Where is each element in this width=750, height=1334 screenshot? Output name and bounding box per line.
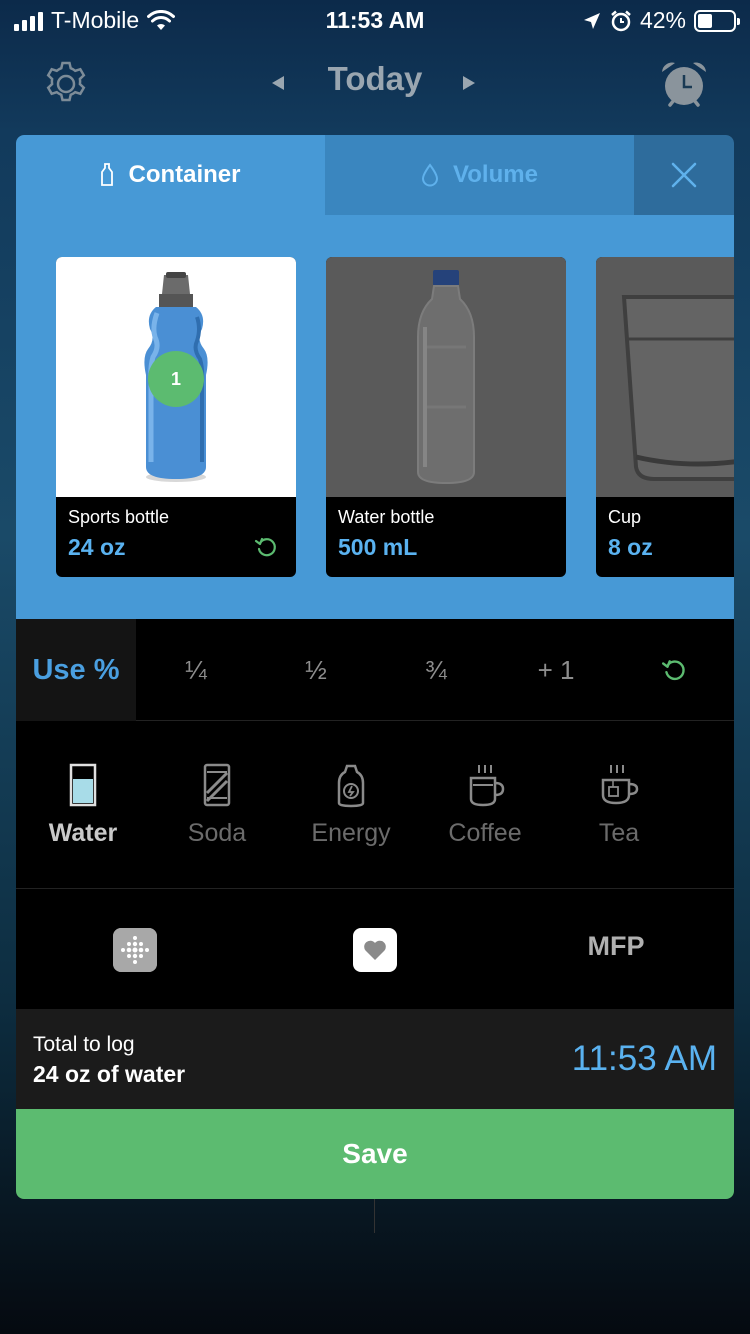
- beverage-label: Tea: [598, 819, 640, 847]
- total-summary: Total to log 24 oz of water 11:53 AM: [16, 1009, 734, 1109]
- log-drink-panel: Container Volume 1 Sports bottle 24 oz W…: [16, 135, 734, 1199]
- beverage-soda[interactable]: Soda: [150, 763, 284, 848]
- fitbit-icon[interactable]: [113, 928, 157, 972]
- heart-icon: [364, 940, 386, 960]
- selection-count-badge: 1: [148, 351, 204, 407]
- bottle-icon: [101, 163, 114, 186]
- beverage-tea[interactable]: Tea: [552, 763, 686, 848]
- container-card-sports-bottle[interactable]: 1 Sports bottle 24 oz: [56, 257, 296, 577]
- plus-one-button[interactable]: + 1: [516, 619, 596, 721]
- total-value: 24 oz of water: [33, 1061, 186, 1087]
- total-label: Total to log: [33, 1033, 135, 1056]
- myfitnesspal-button[interactable]: MFP: [556, 931, 676, 962]
- container-info: Cup 8 oz: [596, 497, 734, 577]
- water-bottle-image: [326, 257, 566, 497]
- portion-bar: Use % ¼ ½ ¾ + 1: [16, 619, 734, 721]
- container-info: Sports bottle 24 oz: [56, 497, 296, 577]
- apple-health-icon[interactable]: [353, 928, 397, 972]
- integrations-row: MFP: [16, 889, 734, 1009]
- date-nav: Today: [0, 60, 750, 98]
- close-icon: [671, 162, 697, 188]
- reset-icon: [661, 660, 685, 681]
- container-card-water-bottle[interactable]: Water bottle 500 mL: [326, 257, 566, 577]
- save-button[interactable]: Save: [16, 1109, 734, 1199]
- alarm-status-icon: [611, 10, 631, 31]
- beverage-coffee[interactable]: Coffee: [418, 763, 552, 848]
- container-volume: 24 oz: [68, 534, 126, 560]
- reset-portion-button[interactable]: [634, 619, 714, 721]
- tab-container[interactable]: Container: [16, 135, 325, 215]
- status-right: 42%: [582, 7, 740, 34]
- beverage-energy[interactable]: Energy: [284, 763, 418, 848]
- next-day-button[interactable]: [463, 76, 475, 90]
- close-button[interactable]: [634, 135, 734, 215]
- log-time[interactable]: 11:53 AM: [572, 1039, 717, 1079]
- container-info: Water bottle 500 mL: [326, 497, 566, 577]
- divider: [374, 1199, 375, 1233]
- three-quarter-button[interactable]: ¾: [396, 619, 476, 721]
- beverage-selector: Water Soda Energy Coffee Tea: [16, 723, 734, 889]
- container-name: Water bottle: [338, 507, 435, 527]
- container-name: Cup: [608, 507, 642, 527]
- tab-volume[interactable]: Volume: [325, 135, 634, 215]
- quarter-button[interactable]: ¼: [156, 619, 236, 721]
- container-name: Sports bottle: [68, 507, 170, 527]
- battery-percent: 42%: [639, 7, 686, 33]
- half-button[interactable]: ½: [276, 619, 356, 721]
- container-card-cup[interactable]: Cup 8 oz: [596, 257, 734, 577]
- use-percent-button[interactable]: Use %: [16, 619, 136, 721]
- tab-volume-label: Volume: [453, 161, 538, 188]
- tab-container-label: Container: [128, 161, 241, 188]
- beverage-water[interactable]: Water: [16, 763, 150, 848]
- container-volume: 8 oz: [608, 534, 653, 560]
- coffee-cup-icon: [469, 765, 505, 807]
- droplet-icon: [422, 163, 439, 187]
- status-bar: T-Mobile 11:53 AM 42%: [0, 0, 750, 40]
- container-volume: 500 mL: [338, 534, 418, 560]
- beverage-label: Water: [48, 819, 118, 847]
- location-arrow-icon: [583, 12, 600, 29]
- soda-can-icon: [203, 763, 231, 807]
- energy-drink-icon: [337, 764, 365, 808]
- reset-icon[interactable]: [254, 535, 278, 559]
- water-glass-icon: [69, 763, 97, 807]
- beverage-label: Coffee: [448, 819, 522, 847]
- tab-bar: Container Volume: [16, 135, 734, 215]
- beverage-label: Energy: [311, 819, 391, 847]
- beverage-label: Soda: [187, 819, 247, 847]
- container-carousel[interactable]: 1 Sports bottle 24 oz Water bottle 500 m…: [16, 215, 734, 619]
- alarm-clock-icon[interactable]: [658, 58, 710, 110]
- date-title[interactable]: Today: [328, 60, 423, 97]
- battery-icon: [694, 9, 740, 32]
- tea-cup-icon: [601, 765, 639, 805]
- cup-image: [596, 257, 734, 497]
